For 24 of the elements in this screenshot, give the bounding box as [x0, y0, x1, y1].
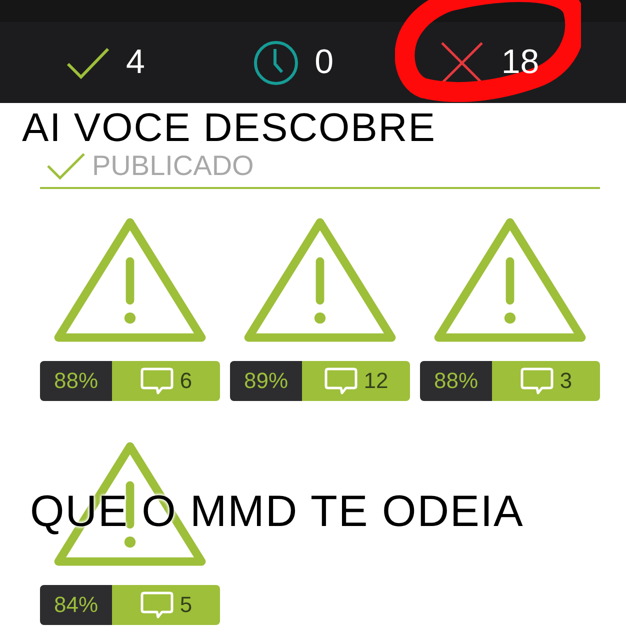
comments-bar[interactable]: 12 — [302, 361, 410, 401]
comment-count: 6 — [180, 368, 192, 394]
caption-text: AI VOCE DESCOBRE — [22, 105, 436, 152]
score-label: 88% — [40, 361, 112, 401]
comment-count: 5 — [180, 592, 192, 618]
count-label: 4 — [126, 43, 145, 82]
comments-bar[interactable]: 6 — [112, 361, 220, 401]
comment-icon — [324, 367, 358, 395]
count-label: 18 — [501, 43, 540, 82]
section-title: PUBLICADO — [92, 150, 254, 182]
check-icon — [66, 46, 110, 80]
score-label: 88% — [420, 361, 492, 401]
comment-count: 3 — [560, 368, 572, 394]
comment-icon — [140, 591, 174, 619]
comment-icon — [520, 367, 554, 395]
comments-bar[interactable]: 3 — [492, 361, 600, 401]
comment-icon — [140, 367, 174, 395]
score-label: 84% — [40, 585, 112, 625]
check-icon — [46, 152, 86, 180]
comments-bar[interactable]: 5 — [112, 585, 220, 625]
comment-count: 12 — [364, 368, 388, 394]
score-label: 89% — [230, 361, 302, 401]
clock-icon — [252, 40, 299, 86]
count-label: 0 — [314, 43, 334, 82]
